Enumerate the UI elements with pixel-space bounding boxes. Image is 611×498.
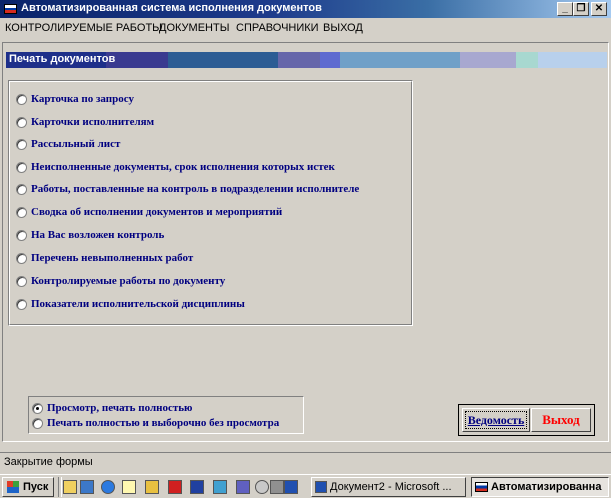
report-option-label: Рассыльный лист <box>31 138 121 150</box>
radio-icon[interactable] <box>32 417 43 429</box>
report-option-card-by-request[interactable]: Карточка по запросу <box>16 91 134 107</box>
acrobat-icon[interactable] <box>168 480 182 494</box>
ie-icon[interactable] <box>101 480 115 494</box>
radio-icon[interactable] <box>16 161 27 173</box>
disk-icon[interactable] <box>255 480 269 494</box>
radio-icon[interactable] <box>16 275 27 287</box>
task-app-active[interactable]: Автоматизированна <box>471 477 609 497</box>
report-option-label: На Вас возложен контроль <box>31 229 165 241</box>
report-option-label: Показатели исполнительской дисциплины <box>31 298 245 310</box>
menu-item-controlled-works[interactable]: КОНТРОЛИРУЕМЫЕ РАБОТЫ <box>5 22 162 34</box>
report-option-overdue-documents[interactable]: Неисполненные документы, срок исполнения… <box>16 159 335 175</box>
desktop-icon[interactable] <box>80 480 94 494</box>
pen-icon[interactable] <box>145 480 159 494</box>
print-mode-no-preview[interactable]: Печать полностью и выборочно без просмот… <box>32 416 279 430</box>
vedomost-button[interactable]: Ведомость <box>462 408 530 432</box>
print-mode-label: Просмотр, печать полностью <box>47 402 193 414</box>
report-option-label: Контролируемые работы по документу <box>31 275 226 287</box>
radio-checked-icon[interactable] <box>32 402 43 414</box>
menu-item-documents[interactable]: ДОКУМЕНТЫ <box>159 22 229 34</box>
report-option-controlled-in-department[interactable]: Работы, поставленные на контроль в подра… <box>16 181 359 197</box>
menu-item-references[interactable]: СПРАВОЧНИКИ <box>236 22 319 34</box>
panel-title: Печать документов <box>9 53 116 65</box>
save-icon[interactable] <box>236 480 250 494</box>
radio-icon[interactable] <box>16 252 27 264</box>
start-button[interactable]: Пуск <box>2 477 54 497</box>
word-icon[interactable] <box>284 480 298 494</box>
report-option-label: Сводка об исполнении документов и меропр… <box>31 206 283 218</box>
app-flag-icon <box>475 482 488 492</box>
word-doc-icon <box>315 481 327 493</box>
report-option-execution-summary[interactable]: Сводка об исполнении документов и меропр… <box>16 204 282 220</box>
windows-logo-icon <box>7 481 19 493</box>
report-option-your-control[interactable]: На Вас возложен контроль <box>16 227 164 243</box>
notepad-icon[interactable] <box>122 480 136 494</box>
gear-icon[interactable] <box>270 480 284 494</box>
start-label: Пуск <box>23 481 49 493</box>
status-text: Закрытие формы <box>4 456 93 468</box>
edit-icon[interactable] <box>213 480 227 494</box>
report-option-label: Карточки исполнителям <box>31 116 155 128</box>
report-option-label: Работы, поставленные на контроль в подра… <box>31 183 360 195</box>
report-option-mailing-list[interactable]: Рассыльный лист <box>16 136 120 152</box>
report-option-label: Перечень невыполненных работ <box>31 252 194 264</box>
radio-icon[interactable] <box>16 229 27 241</box>
explorer-icon[interactable] <box>63 480 77 494</box>
print-mode-preview[interactable]: Просмотр, печать полностью <box>32 401 192 415</box>
app-flag-icon <box>4 4 17 14</box>
radio-icon[interactable] <box>16 116 27 128</box>
radio-icon[interactable] <box>16 206 27 218</box>
report-option-unfinished-works[interactable]: Перечень невыполненных работ <box>16 250 193 266</box>
report-option-discipline-indicators[interactable]: Показатели исполнительской дисциплины <box>16 296 245 312</box>
exit-button[interactable]: Выход <box>531 408 591 432</box>
books-icon[interactable] <box>190 480 204 494</box>
print-mode-label: Печать полностью и выборочно без просмот… <box>47 417 280 429</box>
restore-button[interactable]: ❐ <box>573 2 589 16</box>
report-option-label: Карточка по запросу <box>31 93 134 105</box>
radio-icon[interactable] <box>16 298 27 310</box>
radio-icon[interactable] <box>16 183 27 195</box>
menu-item-exit[interactable]: ВЫХОД <box>323 22 363 34</box>
radio-icon[interactable] <box>16 138 27 150</box>
report-option-label: Неисполненные документы, срок исполнения… <box>31 161 335 173</box>
minimize-button[interactable]: _ <box>557 2 573 16</box>
taskbar-separator <box>58 477 62 497</box>
task-label: Документ2 - Microsoft ... <box>330 481 452 493</box>
window-title: Автоматизированная система исполнения до… <box>21 2 322 14</box>
close-button[interactable]: ✕ <box>591 2 607 16</box>
report-option-controlled-by-document[interactable]: Контролируемые работы по документу <box>16 273 225 289</box>
report-option-cards-executors[interactable]: Карточки исполнителям <box>16 114 154 130</box>
task-word-document[interactable]: Документ2 - Microsoft ... <box>311 477 466 497</box>
task-label: Автоматизированна <box>491 481 602 493</box>
radio-icon[interactable] <box>16 93 27 105</box>
